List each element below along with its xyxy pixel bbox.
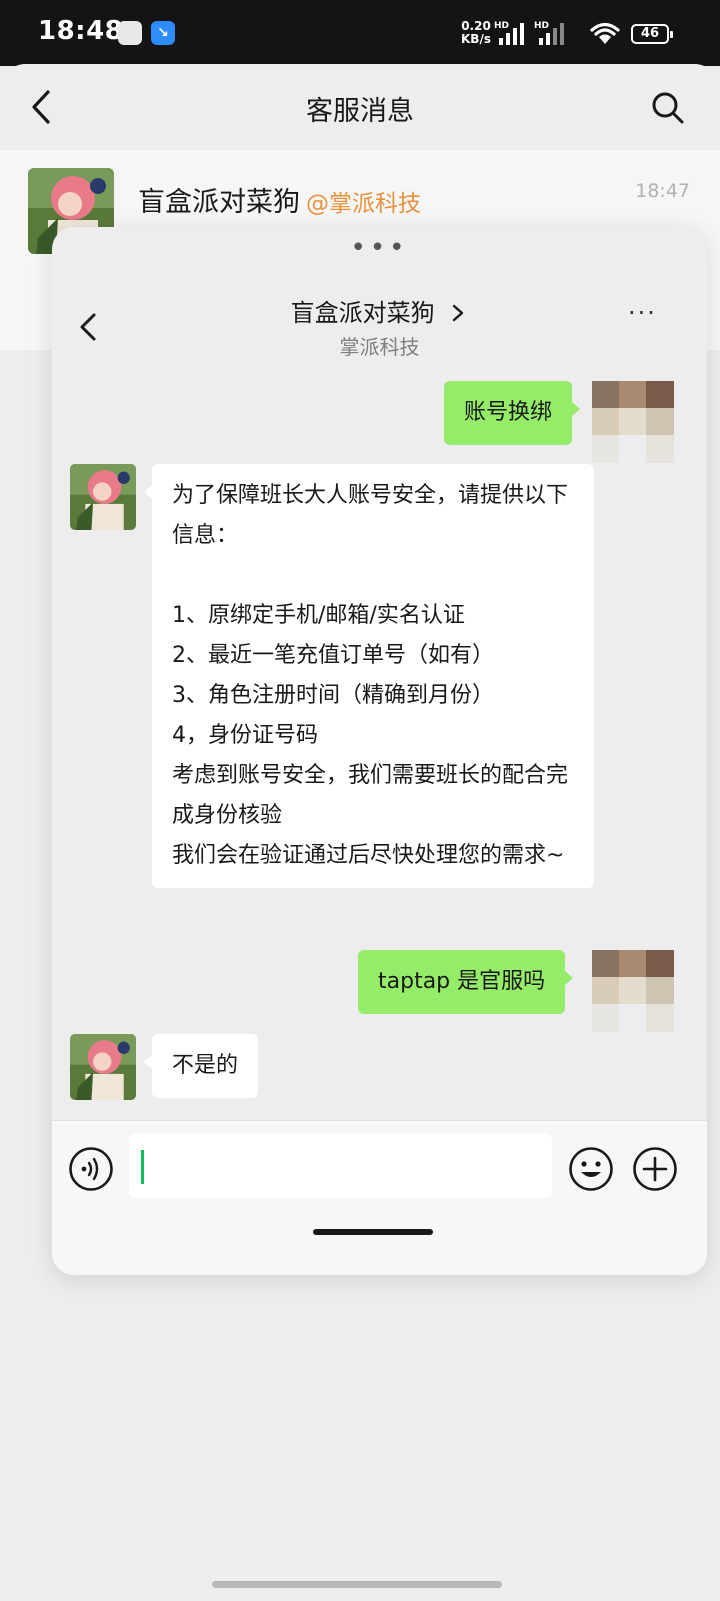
notification-app-icon [118,21,142,45]
anime-avatar-image [70,1034,136,1100]
user-avatar [592,950,674,1032]
message-bubble-incoming[interactable]: 不是的 [143,1034,259,1098]
home-indicator[interactable] [212,1581,502,1588]
chevron-right-icon [453,304,464,322]
signal-icon-2 [539,23,564,45]
input-bar [52,1120,707,1275]
dialog-home-indicator [313,1229,433,1235]
page-title: 客服消息 [306,96,414,127]
network-speed: 0.20 KB/s [461,20,491,46]
more-options-icon[interactable]: ··· [628,301,668,329]
agent-avatar [70,1034,136,1100]
dialog-title[interactable]: 盲盒派对菜狗 [52,293,707,328]
message-list: 账号换绑 为了保障班长大人账号安全，请提供以下信息： 1、原绑定手机/邮箱/实名… [52,364,707,1125]
message-bubble-incoming[interactable]: 为了保障班长大人账号安全，请提供以下信息： 1、原绑定手机/邮箱/实名认证 2、… [144,464,594,888]
notification-bird-icon: ↘ [151,21,175,45]
anime-avatar-image [70,464,136,530]
wifi-icon [590,22,620,44]
pixelated-user-avatar [592,381,674,463]
dialog-drag-handle[interactable]: ••• [52,235,707,261]
message-bubble-outgoing[interactable]: 账号换绑 [444,381,581,445]
search-icon[interactable] [648,88,688,128]
text-caret [141,1150,144,1184]
network-speed-unit: KB/s [461,32,491,46]
dialog-title-text: 盲盒派对菜狗 [290,299,435,327]
voice-input-icon[interactable] [68,1146,114,1192]
chat-dialog: ••• 盲盒派对菜狗 掌派科技 ··· 账号换绑 为了保障班长大人账号安全，请提… [52,227,707,1275]
conversation-time: 18:47 [635,180,690,202]
status-time: 18:48 [38,16,124,46]
signal-icon-1 [499,23,524,45]
plus-icon[interactable] [632,1146,678,1192]
emoji-icon[interactable] [568,1146,614,1192]
outer-nav-bar: 客服消息 [0,64,720,150]
conversation-name: 盲盒派对菜狗 @掌派科技 [138,180,421,219]
message-bubble-outgoing[interactable]: taptap 是官服吗 [358,950,574,1014]
status-bar: 18:48 ↘ 0.20 KB/s HD HD 46 [0,0,720,66]
user-avatar [592,381,674,463]
dialog-subtitle: 掌派科技 [339,335,420,359]
battery-indicator: 46 [631,24,673,44]
agent-avatar [70,464,136,530]
message-input[interactable] [129,1134,552,1198]
pixelated-user-avatar [592,950,674,1032]
conversation-tag: @掌派科技 [306,191,421,217]
conversation-name-text: 盲盒派对菜狗 [138,187,300,218]
